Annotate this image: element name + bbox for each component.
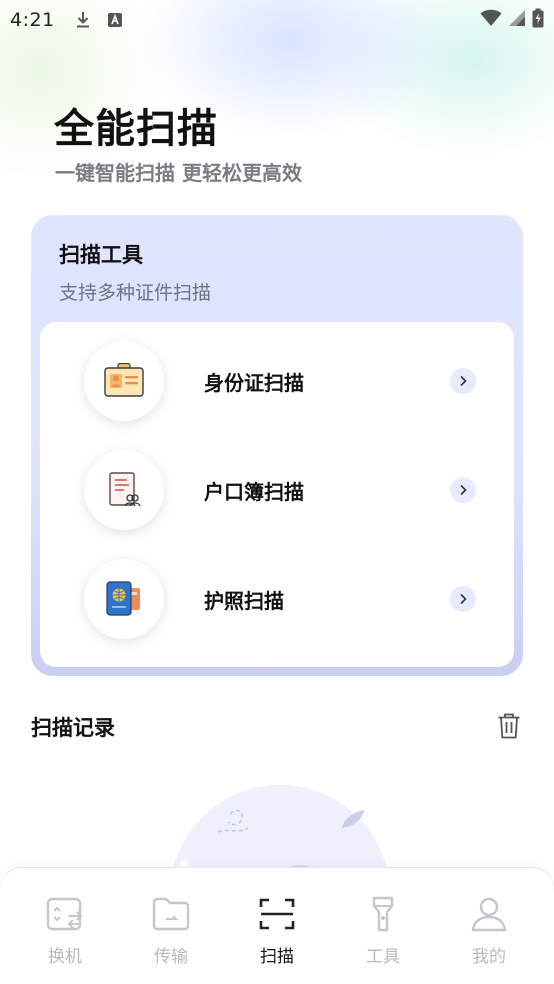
status-time: 4:21 [10,9,55,31]
nav-label-transfer: 传输 [154,947,188,967]
nav-item-mine[interactable]: 我的 [436,868,542,984]
nav-label-scan: 扫描 [260,947,294,967]
user-icon [469,896,509,936]
scan-tools-list: 身份证扫描 户口簿扫描 护照扫描 [40,322,514,667]
chevron-right-icon [450,368,476,394]
scan-tools-card: 扫描工具 支持多种证件扫描 身份证扫描 户口簿扫描 护照扫描 [31,215,523,676]
tool-label-household-register: 户口簿扫描 [204,479,304,504]
scan-icon [257,896,297,936]
nav-label-mine: 我的 [472,947,506,967]
scan-tools-subtitle: 支持多种证件扫描 [59,282,212,304]
nav-item-transfer[interactable]: 传输 [118,868,224,984]
keyboard-a-icon [107,12,123,28]
page-title: 全能扫描 [54,106,218,152]
scan-tools-title: 扫描工具 [59,243,143,267]
page-subtitle: 一键智能扫描 更轻松更高效 [55,161,302,185]
nav-label-switch: 换机 [48,947,82,967]
wifi-icon [480,9,502,31]
chevron-right-icon [450,586,476,612]
empty-records-illustration [160,780,400,984]
nav-item-tools[interactable]: 工具 [330,868,436,984]
scan-records-title: 扫描记录 [31,716,115,740]
trash-icon[interactable] [495,711,523,741]
nav-item-scan[interactable]: 扫描 [224,868,330,984]
tool-item-household-register[interactable]: 户口簿扫描 [40,440,514,540]
nav-label-tools: 工具 [366,947,400,967]
chevron-right-icon [450,477,476,503]
phone-switch-icon [45,896,85,936]
tool-item-id-card[interactable]: 身份证扫描 [40,331,514,431]
battery-icon [532,8,544,32]
nav-item-switch[interactable]: 换机 [12,868,118,984]
download-icon [75,11,91,29]
tool-item-passport[interactable]: 护照扫描 [40,549,514,649]
flashlight-icon [363,896,403,936]
bottom-navigation: 换机 传输 扫描 工具 我的 [0,868,554,984]
tool-label-id-card: 身份证扫描 [204,370,304,395]
folder-transfer-icon [151,896,191,936]
passport-icon [84,559,164,639]
id-card-icon [84,341,164,421]
signal-icon [508,9,526,31]
tool-label-passport: 护照扫描 [204,588,284,613]
household-register-icon [84,450,164,530]
status-bar: 4:21 [0,0,554,40]
